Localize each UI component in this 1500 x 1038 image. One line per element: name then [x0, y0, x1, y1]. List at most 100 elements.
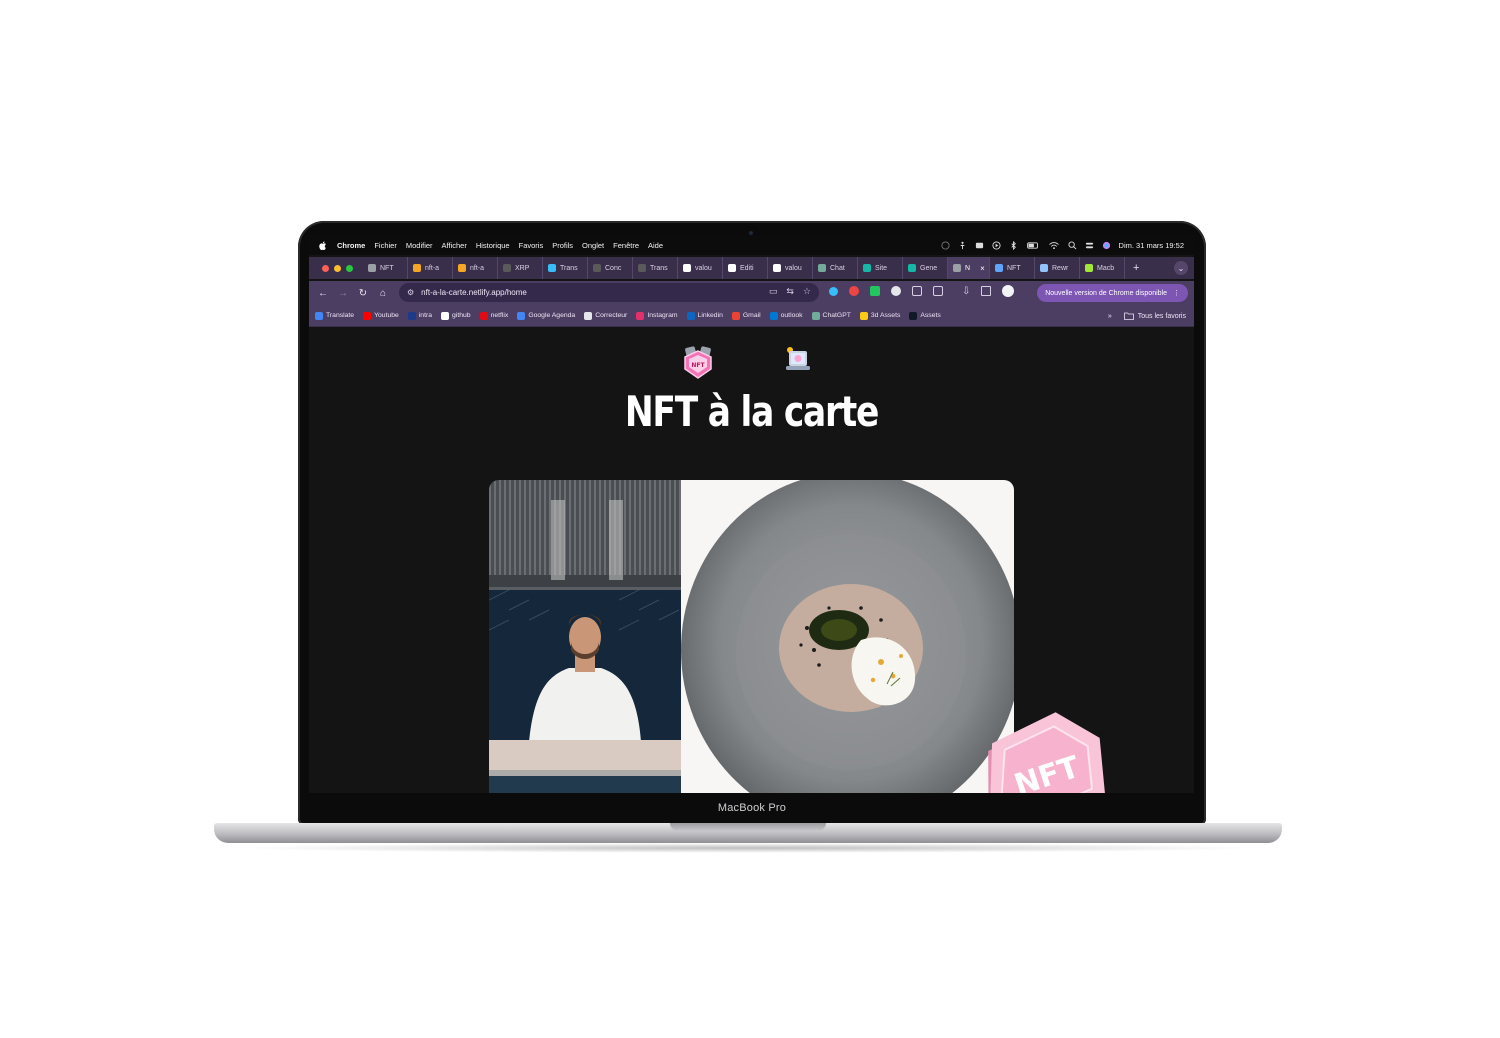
tab-1[interactable]: nft-a — [408, 257, 453, 279]
all-bookmarks-button[interactable]: Tous les favoris — [1123, 312, 1186, 320]
extension-badge-icon[interactable] — [849, 286, 859, 296]
bookmarks-overflow-icon[interactable]: » — [1108, 313, 1112, 320]
folder-icon — [1123, 312, 1134, 320]
accessibility-icon[interactable] — [958, 241, 967, 250]
bookmark-label: Instagram — [647, 312, 678, 319]
bookmark-favicon-icon — [859, 311, 868, 320]
bookmark-assets[interactable]: Assets — [909, 311, 941, 320]
tab-12[interactable]: Gene — [903, 257, 948, 279]
bookmark-google-agenda[interactable]: Google Agenda — [517, 311, 576, 320]
close-tab-icon[interactable]: × — [980, 264, 985, 273]
cast-icon[interactable]: ▭ — [769, 286, 778, 297]
search-icon[interactable] — [1067, 240, 1077, 250]
tab-15[interactable]: Rewr — [1035, 257, 1080, 279]
tab-label: Trans — [650, 264, 668, 272]
tab-8[interactable]: Editi — [723, 257, 768, 279]
site-settings-icon[interactable]: ⚙ — [407, 288, 414, 297]
bookmark-github[interactable]: github — [441, 311, 471, 320]
reload-icon[interactable]: ↻ — [353, 288, 373, 299]
bookmark-chatgpt[interactable]: ChatGPT — [811, 311, 851, 320]
star-icon[interactable]: ☆ — [803, 286, 811, 297]
wifi-icon[interactable] — [1048, 241, 1060, 250]
new-tab-button[interactable]: + — [1133, 262, 1139, 274]
bookmark-instagram[interactable]: Instagram — [636, 311, 678, 320]
menu-chrome[interactable]: Chrome — [337, 241, 365, 250]
tab-5[interactable]: Conc — [588, 257, 633, 279]
tab-2[interactable]: nft-a — [453, 257, 498, 279]
bookmark-favicon-icon — [636, 311, 645, 320]
download-icon[interactable]: ⇩ — [962, 286, 970, 297]
bookmark-outlook[interactable]: outlook — [769, 311, 803, 320]
tab-favicon-icon — [818, 264, 826, 272]
tab-6[interactable]: Trans — [633, 257, 678, 279]
profile-avatar-icon[interactable] — [1002, 285, 1015, 297]
screenshot-icon[interactable] — [912, 286, 922, 296]
bookmark-correcteur[interactable]: Correcteur — [584, 311, 627, 320]
menu-aide[interactable]: Aide — [648, 241, 663, 250]
tab-16[interactable]: Macb — [1080, 257, 1125, 279]
all-bookmarks-label: Tous les favoris — [1137, 312, 1186, 320]
web-page: NFT NFT à la carte NFT — [309, 327, 1194, 793]
siri-icon[interactable] — [1102, 241, 1111, 250]
tab-10[interactable]: Chat — [813, 257, 858, 279]
tab-search-button[interactable]: ⌄ — [1174, 261, 1188, 275]
menu-profils[interactable]: Profils — [552, 241, 573, 250]
bookmark-youtube[interactable]: Youtube — [363, 311, 399, 320]
tab-9[interactable]: valou — [768, 257, 813, 279]
tab-7[interactable]: valou — [678, 257, 723, 279]
menu-historique[interactable]: Historique — [476, 241, 510, 250]
bookmark-label: Youtube — [374, 312, 399, 319]
tab-favicon-icon — [908, 264, 916, 272]
extensions-puzzle-icon[interactable] — [933, 286, 943, 296]
menu-fichier[interactable]: Fichier — [374, 241, 397, 250]
play-icon[interactable] — [991, 240, 1001, 250]
menu-modifier[interactable]: Modifier — [406, 241, 433, 250]
minimize-window-button[interactable] — [334, 264, 341, 272]
tab-3[interactable]: XRP — [498, 257, 543, 279]
forward-icon[interactable]: → — [333, 288, 353, 299]
clock[interactable]: Dim. 31 mars 19:52 — [1119, 241, 1184, 250]
side-panel-icon[interactable] — [981, 286, 992, 296]
bookmark-intra[interactable]: intra — [407, 311, 432, 320]
menu-favoris[interactable]: Favoris — [519, 241, 544, 250]
battery-icon[interactable] — [1026, 241, 1040, 250]
omnibox-actions: ▭ ⇆ ☆ — [769, 286, 811, 297]
keyboard-icon[interactable] — [975, 241, 984, 250]
tab-label: nft-a — [425, 264, 440, 272]
control-center-icon[interactable] — [1085, 241, 1094, 250]
bookmark-label: Google Agenda — [528, 312, 576, 319]
shield-icon[interactable] — [870, 286, 880, 296]
nft-shield-logo-icon[interactable]: NFT — [681, 345, 715, 381]
home-icon[interactable]: ⌂ — [373, 288, 393, 299]
bookmark-linkedin[interactable]: Linkedin — [686, 311, 723, 320]
menu-onglet[interactable]: Onglet — [582, 241, 604, 250]
apple-icon[interactable] — [319, 240, 327, 250]
bookmark-3d-assets[interactable]: 3d Assets — [859, 311, 900, 320]
bookmark-label: github — [452, 312, 471, 319]
menu-afficher[interactable]: Afficher — [442, 241, 467, 250]
tab-label: Gene — [920, 264, 938, 272]
translate-icon[interactable]: ⇆ — [786, 286, 794, 297]
record-icon[interactable] — [940, 240, 950, 250]
tab-11[interactable]: Site — [858, 257, 903, 279]
tab-4[interactable]: Trans — [543, 257, 588, 279]
bluetooth-icon[interactable] — [1009, 240, 1018, 250]
tab-13[interactable]: N × — [948, 257, 990, 279]
chrome-update-button[interactable]: Nouvelle version de Chrome disponible ⋮ — [1037, 284, 1188, 302]
react-devtools-icon[interactable] — [829, 286, 838, 296]
laptop-logo-icon[interactable] — [784, 345, 812, 377]
address-bar[interactable]: ⚙ nft-a-la-carte.netlify.app/home ▭ ⇆ ☆ — [399, 283, 819, 302]
close-window-button[interactable] — [322, 264, 329, 272]
menu-fenetre[interactable]: Fenêtre — [613, 241, 639, 250]
tab-14[interactable]: NFT — [990, 257, 1035, 279]
bookmark-netflix[interactable]: netflix — [479, 311, 508, 320]
bookmark-gmail[interactable]: Gmail — [731, 311, 761, 320]
tab-0[interactable]: NFT — [363, 257, 408, 279]
zoom-window-button[interactable] — [346, 264, 353, 272]
tab-favicon-icon — [1085, 264, 1093, 272]
back-icon[interactable]: ← — [313, 288, 333, 299]
bookmark-translate[interactable]: Translate — [315, 311, 355, 320]
extension-dot-icon[interactable] — [891, 286, 901, 296]
bookmark-label: Translate — [326, 312, 355, 319]
url-text[interactable]: nft-a-la-carte.netlify.app/home — [421, 288, 527, 297]
